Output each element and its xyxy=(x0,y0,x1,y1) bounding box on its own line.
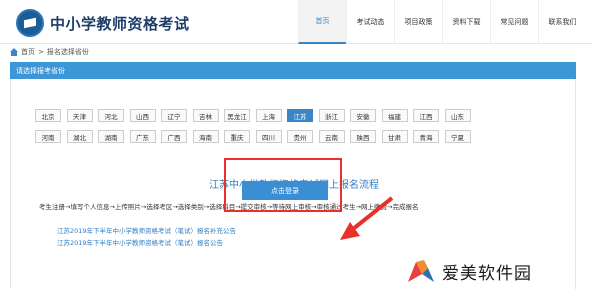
province-button[interactable]: 青海 xyxy=(413,130,439,143)
province-button[interactable]: 宁夏 xyxy=(444,130,471,143)
province-button[interactable]: 河北 xyxy=(98,109,124,122)
section-header-bar: 请选择报考省份 xyxy=(10,62,576,79)
province-row-1: 北京 天津 河北 山西 辽宁 吉林 黑龙江 上海 江苏 浙江 安徽 福建 江西 山东 xyxy=(35,109,476,122)
province-button[interactable]: 四川 xyxy=(255,130,282,143)
breadcrumb: 首页 > 报名选择省份 xyxy=(10,47,89,57)
nav-item-policy[interactable]: 项目政策 xyxy=(394,0,442,44)
watermark-text: 爱美软件园 xyxy=(442,263,532,284)
province-button[interactable]: 福建 xyxy=(381,109,408,122)
province-button[interactable]: 浙江 xyxy=(318,109,345,122)
province-button[interactable]: 云南 xyxy=(318,130,345,143)
province-button[interactable]: 山西 xyxy=(129,109,156,122)
nav-item-downloads[interactable]: 资料下载 xyxy=(442,0,490,44)
province-button[interactable]: 广东 xyxy=(129,130,156,143)
province-button[interactable]: 吉林 xyxy=(192,109,219,122)
province-button[interactable]: 北京 xyxy=(35,109,61,122)
notice-link-announcement[interactable]: 江苏2019年下半年中小学教师资格考试（笔试）报名公告 xyxy=(57,237,223,247)
province-button[interactable]: 重庆 xyxy=(224,130,250,143)
main-nav: 首页 考试动态 项目政策 资料下载 常见问题 联系我们 xyxy=(298,0,586,44)
province-button[interactable]: 湖北 xyxy=(66,130,93,143)
site-header: 中小学教师资格考试 首页 考试动态 项目政策 资料下载 常见问题 联系我们 xyxy=(0,0,592,44)
province-button[interactable]: 河南 xyxy=(35,130,61,143)
province-button[interactable]: 江西 xyxy=(413,109,439,122)
watermark: 爱美软件园 xyxy=(406,258,532,284)
province-button[interactable]: 安徽 xyxy=(350,109,376,122)
nav-item-home[interactable]: 首页 xyxy=(298,0,346,44)
province-button[interactable]: 陕西 xyxy=(350,130,376,143)
province-button[interactable]: 天津 xyxy=(66,109,93,122)
province-button[interactable]: 上海 xyxy=(255,109,282,122)
province-button[interactable]: 海南 xyxy=(192,130,219,143)
province-button[interactable]: 湖南 xyxy=(98,130,124,143)
breadcrumb-home[interactable]: 首页 xyxy=(21,47,35,57)
province-row-2: 河南 湖北 湖南 广东 广西 海南 重庆 四川 贵州 云南 陕西 甘肃 青海 宁夏 xyxy=(35,130,476,143)
nav-item-contact[interactable]: 联系我们 xyxy=(538,0,586,44)
province-button[interactable]: 江苏 xyxy=(287,109,313,122)
nav-item-news[interactable]: 考试动态 xyxy=(346,0,394,44)
breadcrumb-separator: > xyxy=(38,48,44,56)
site-title: 中小学教师资格考试 xyxy=(50,15,190,33)
province-button[interactable]: 辽宁 xyxy=(161,109,187,122)
site-logo-icon xyxy=(16,9,44,37)
highlight-box xyxy=(224,158,342,212)
province-button[interactable]: 甘肃 xyxy=(381,130,408,143)
province-button[interactable]: 贵州 xyxy=(287,130,313,143)
section-title: 请选择报考省份 xyxy=(16,67,65,75)
province-button[interactable]: 黑龙江 xyxy=(224,109,250,122)
province-button[interactable]: 广西 xyxy=(161,130,187,143)
breadcrumb-current: 报名选择省份 xyxy=(46,48,89,56)
watermark-logo-icon xyxy=(408,260,434,282)
home-icon xyxy=(10,48,18,56)
nav-item-faq[interactable]: 常见问题 xyxy=(490,0,538,44)
province-button[interactable]: 山东 xyxy=(444,109,471,122)
notice-link-supplement[interactable]: 江苏2019年下半年中小学教师资格考试（笔试）报名补充公告 xyxy=(57,225,236,235)
